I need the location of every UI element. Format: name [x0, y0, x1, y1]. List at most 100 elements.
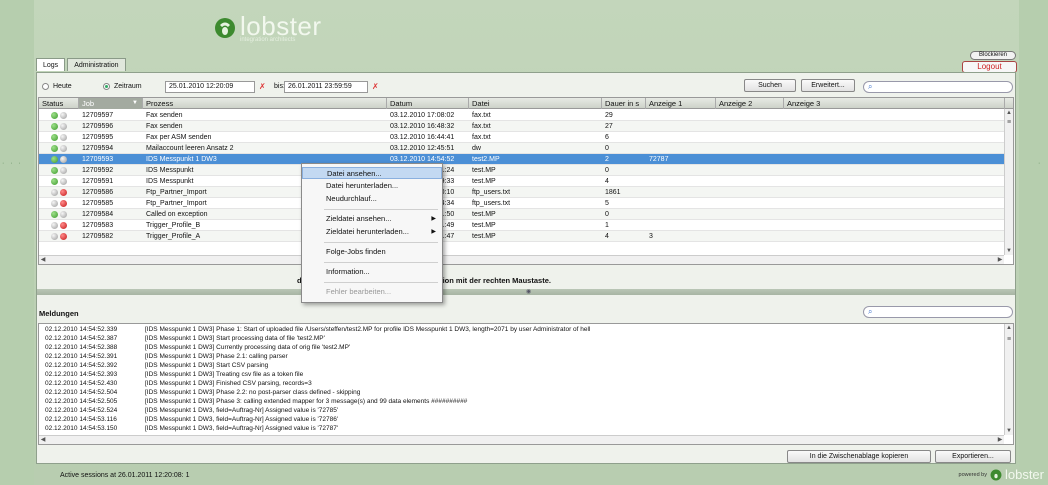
- range-radio[interactable]: [103, 83, 110, 90]
- menu-item-zieldatei-ansehen[interactable]: Zieldatei ansehen... ▶: [302, 213, 442, 225]
- col-dauer[interactable]: Dauer in s: [602, 98, 646, 109]
- log-row[interactable]: 02.12.2010 14:54:52.391 [IDS Messpunkt 1 …: [39, 353, 1005, 361]
- cell-a1: [646, 187, 716, 198]
- col-anzeige2[interactable]: Anzeige 2: [716, 98, 784, 109]
- messages-actions: In die Zwischenablage kopieren Exportier…: [37, 449, 1015, 465]
- table-row[interactable]: 12709594 Mailaccount leeren Ansatz 2 03.12…: [39, 143, 1005, 154]
- export-button[interactable]: Exportieren...: [935, 450, 1011, 463]
- log-row[interactable]: 02.12.2010 14:54:52.388 [IDS Messpunkt 1 …: [39, 344, 1005, 352]
- log-row[interactable]: 02.12.2010 14:54:53.150 [IDS Messpunkt 1 …: [39, 425, 1005, 433]
- search-icon: ⌕: [868, 82, 873, 91]
- table-row[interactable]: 12709586Ftp_Partner_Import03.12.2010 14:…: [39, 187, 1005, 198]
- scroll-right-icon[interactable]: ▶: [996, 256, 1004, 264]
- splitter-grip-icon[interactable]: ◉: [526, 289, 531, 295]
- col-anzeige1[interactable]: Anzeige 1: [646, 98, 716, 109]
- cell-a1: [646, 209, 716, 220]
- from-date-field[interactable]: 25.01.2010 12:20:09: [165, 81, 255, 93]
- table-row[interactable]: 12709584Called on exception03.12.2010 14…: [39, 209, 1005, 220]
- scroll-up-icon[interactable]: ▲: [1005, 324, 1013, 332]
- table-row[interactable]: 12709596 Fax senden 03.12.2010 16:48:32 fax…: [39, 121, 1005, 132]
- cell-job: 12709595: [82, 134, 114, 141]
- messages-search-input[interactable]: ⌕: [863, 306, 1013, 318]
- log-timestamp: 02.12.2010 14:54:52.505: [45, 398, 118, 405]
- messages-vertical-scrollbar[interactable]: ▲ ≡ ▼: [1004, 324, 1013, 435]
- log-row[interactable]: 02.12.2010 14:54:52.339 [IDS Messpunkt 1 …: [39, 326, 1005, 334]
- table-row[interactable]: 12709595 Fax per ASM senden 03.12.2010 16:…: [39, 132, 1005, 143]
- cell-prozess: Fax per ASM senden: [146, 134, 212, 141]
- messages-horizontal-scrollbar[interactable]: ◀ ▶: [39, 435, 1004, 444]
- jobs-horizontal-scrollbar[interactable]: ◀ ▶: [39, 255, 1004, 264]
- log-row[interactable]: 02.12.2010 14:54:52.504 [IDS Messpunkt 1 …: [39, 389, 1005, 397]
- powered-by-label: powered by: [958, 471, 987, 478]
- menu-separator: [324, 282, 438, 283]
- table-row[interactable]: 12709582Trigger_Profile_A03.12.2010 14:3…: [39, 231, 1005, 242]
- menu-item-information[interactable]: Information...: [302, 266, 442, 278]
- cell-a1: [646, 121, 716, 132]
- log-text: [IDS Messpunkt 1 DW3] Phase 2.2: no post…: [145, 389, 361, 396]
- scroll-up-icon[interactable]: ▲: [1005, 109, 1013, 117]
- pane-splitter[interactable]: ◉: [37, 289, 1015, 295]
- log-row[interactable]: 02.12.2010 14:54:52.387 [IDS Messpunkt 1 …: [39, 335, 1005, 343]
- menu-item-datei-ansehen[interactable]: Datei ansehen...: [302, 167, 442, 179]
- scroll-right-icon[interactable]: ▶: [996, 436, 1004, 444]
- menu-item-fehler-bearbeiten[interactable]: Fehler bearbeiten...: [302, 286, 442, 298]
- scroll-thumb[interactable]: ≡: [1005, 336, 1013, 344]
- log-timestamp: 02.12.2010 14:54:52.388: [45, 344, 118, 351]
- col-datum[interactable]: Datum: [387, 98, 469, 109]
- log-text: [IDS Messpunkt 1 DW3] Currently processi…: [145, 344, 351, 351]
- scroll-left-icon[interactable]: ◀: [39, 436, 47, 444]
- table-row[interactable]: 12709592IDS Messpunkt03.12.2010 14:51:24…: [39, 165, 1005, 176]
- col-status[interactable]: Status: [39, 98, 79, 109]
- scroll-down-icon[interactable]: ▼: [1005, 247, 1013, 255]
- table-row[interactable]: 12709591IDS Messpunkt03.12.2010 14:49:33…: [39, 176, 1005, 187]
- to-date-field[interactable]: 26.01.2011 23:59:59: [284, 81, 368, 93]
- scroll-thumb[interactable]: ≡: [1005, 119, 1013, 127]
- cell-job: 12709597: [82, 112, 114, 119]
- menu-item-folge-jobs-finden[interactable]: Folge-Jobs finden: [302, 246, 442, 258]
- log-row[interactable]: 02.12.2010 14:54:52.393 [IDS Messpunkt 1 …: [39, 371, 1005, 379]
- cell-datei: test.MP: [472, 222, 496, 229]
- clear-from-icon[interactable]: ✗: [259, 82, 268, 91]
- advanced-button[interactable]: Erweitert...: [801, 79, 855, 92]
- jobs-vertical-scrollbar[interactable]: ▲ ≡ ▼: [1004, 109, 1013, 255]
- menu-item-neudurchlauf[interactable]: Neudurchlauf...: [302, 193, 442, 205]
- status-green-icon: [51, 123, 58, 130]
- submenu-arrow-icon: ▶: [431, 216, 436, 222]
- log-row[interactable]: 02.12.2010 14:54:52.430 [IDS Messpunkt 1 …: [39, 380, 1005, 388]
- cell-dauer: 4: [605, 178, 609, 185]
- scroll-left-icon[interactable]: ◀: [39, 256, 47, 264]
- table-row[interactable]: 12709585Ftp_Partner_Import03.12.2010 14:…: [39, 198, 1005, 209]
- tab-administration[interactable]: Administration: [67, 58, 126, 71]
- scroll-down-icon[interactable]: ▼: [1005, 427, 1013, 435]
- log-text: [IDS Messpunkt 1 DW3] Start processing d…: [145, 335, 325, 342]
- status-grey-icon: [60, 145, 67, 152]
- log-row[interactable]: 02.12.2010 14:54:52.505 [IDS Messpunkt 1 …: [39, 398, 1005, 406]
- status-grey-icon: [60, 178, 67, 185]
- log-row[interactable]: 02.12.2010 14:54:53.116 [IDS Messpunkt 1 …: [39, 416, 1005, 424]
- edge-decoration: ·: [1038, 160, 1043, 167]
- log-row[interactable]: 02.12.2010 14:54:52.392 [IDS Messpunkt 1 …: [39, 362, 1005, 370]
- search-button[interactable]: Suchen: [744, 79, 796, 92]
- table-row[interactable]: 12709593 IDS Messpunkt 1 DW3 03.12.2010 14…: [39, 154, 1005, 165]
- today-radio[interactable]: [42, 83, 49, 90]
- table-row[interactable]: 12709583Trigger_Profile_B03.12.2010 14:3…: [39, 220, 1005, 231]
- log-text: [IDS Messpunkt 1 DW3] Start CSV parsing: [145, 362, 269, 369]
- cell-datei: test.MP: [472, 178, 496, 185]
- jobs-search-input[interactable]: ⌕: [863, 81, 1013, 93]
- menu-item-datei-herunterladen[interactable]: Datei herunterladen...: [302, 180, 442, 192]
- cell-prozess: Fax senden: [146, 112, 183, 119]
- col-datei[interactable]: Datei: [469, 98, 602, 109]
- tab-logs[interactable]: Logs: [36, 58, 66, 71]
- col-anzeige3[interactable]: Anzeige 3: [784, 98, 1005, 109]
- log-row[interactable]: 02.12.2010 14:54:52.524 [IDS Messpunkt 1 …: [39, 407, 1005, 415]
- cell-dauer: 1861: [605, 189, 621, 196]
- table-row[interactable]: 12709597 Fax senden 03.12.2010 17:08:02 fax…: [39, 110, 1005, 121]
- log-timestamp: 02.12.2010 14:54:52.393: [45, 371, 118, 378]
- menu-item-zieldatei-herunterladen[interactable]: Zieldatei herunterladen... ▶: [302, 226, 442, 238]
- col-prozess[interactable]: Prozess: [143, 98, 387, 109]
- block-button[interactable]: Blockieren: [970, 51, 1016, 60]
- logs-panel: Heute Zeitraum 25.01.2010 12:20:09 ✗ bis…: [36, 72, 1016, 464]
- status-red-icon: [60, 189, 67, 196]
- copy-to-clipboard-button[interactable]: In die Zwischenablage kopieren: [787, 450, 931, 463]
- clear-to-icon[interactable]: ✗: [372, 82, 381, 91]
